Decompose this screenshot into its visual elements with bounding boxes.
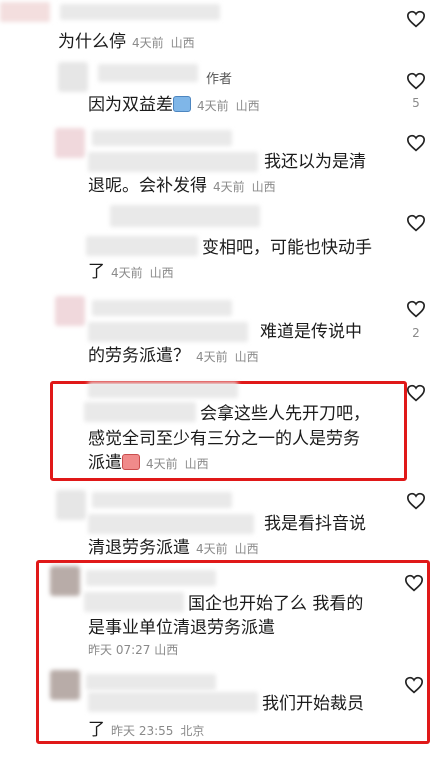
blurred-username <box>98 64 198 82</box>
comment-text: 我还以为是清 <box>264 148 366 176</box>
comment-time: 4天前 <box>111 266 143 280</box>
comment-body: 因为双益差 <box>88 95 173 115</box>
comment-line: 我们开始裁员 <box>262 694 364 714</box>
comment-location: 山西 <box>149 266 174 280</box>
like-button[interactable] <box>406 492 426 510</box>
comment-line: 清退劳务派遣 <box>88 538 190 558</box>
comment-line: 是事业单位清退劳务派遣 <box>88 618 275 638</box>
comment-text: 我是看抖音说 <box>264 510 366 538</box>
laughing-emoji-icon <box>173 96 191 112</box>
comment-line: 了 <box>88 720 105 740</box>
comment-text: 我们开始裁员 <box>262 690 364 718</box>
avatar[interactable] <box>55 296 85 326</box>
comment-line: 了 <box>88 262 105 282</box>
comment-location: 山西 <box>184 457 209 471</box>
blurred-username <box>86 674 216 690</box>
comment-location: 山西 <box>234 350 259 364</box>
comment-time: 4天前 <box>146 457 178 471</box>
comment-location: 山西 <box>251 180 276 194</box>
blurred-username <box>84 592 184 612</box>
like-button[interactable] <box>406 300 426 318</box>
comment-line: 派遣 <box>88 453 122 473</box>
avatar[interactable] <box>56 490 86 520</box>
blurred-username <box>88 692 258 712</box>
like-button[interactable] <box>404 676 424 694</box>
comment-line: 我还以为是清 <box>264 152 366 172</box>
comment-text: 为什么停 4天前 山西 <box>58 28 195 57</box>
like-button[interactable] <box>406 214 426 232</box>
comment-location: 山西 <box>234 542 259 556</box>
comment-line: 难道是传说中 <box>260 322 362 342</box>
comment-text: 变相吧，可能也快动手 <box>202 234 372 262</box>
avatar[interactable] <box>50 670 80 700</box>
comment-location: 北京 <box>180 724 205 738</box>
comment-text: 派遣 4天前 山西 <box>88 449 209 478</box>
comment-line: 退呢。会补发得 <box>88 176 207 196</box>
avatar[interactable] <box>58 62 88 92</box>
comment-location: 山西 <box>154 643 179 657</box>
comment-time: 4天前 <box>196 350 228 364</box>
comment-text: 的劳务派遣？ 4天前 山西 <box>88 342 259 371</box>
blurred-username <box>92 130 232 146</box>
comment-text: 退呢。会补发得 4天前 山西 <box>88 172 276 201</box>
comment-line: 会拿这些人先开刀吧， <box>200 404 370 424</box>
comment-text: 清退劳务派遣 4天前 山西 <box>88 534 259 563</box>
comment-line: 感觉全司至少有三分之一的人是劳务 <box>88 429 360 449</box>
comment-line: 变相吧，可能也快动手 <box>202 238 372 258</box>
blurred-username <box>110 205 260 227</box>
comment-time: 4天前 <box>132 36 164 50</box>
comment-line: 我是看抖音说 <box>264 514 366 534</box>
like-button[interactable] <box>404 574 424 592</box>
comment-time: 昨天 23:55 <box>111 724 174 738</box>
like-button[interactable] <box>406 10 426 28</box>
avatar[interactable] <box>50 566 80 596</box>
comment-body: 为什么停 <box>58 32 126 52</box>
comment-text: 了昨天 23:55 北京 <box>88 716 204 745</box>
blurred-username <box>92 492 232 508</box>
comment-location: 山西 <box>170 36 195 50</box>
blurred-username <box>60 4 220 20</box>
blurred-username <box>92 300 232 316</box>
blurred-username <box>88 514 254 534</box>
like-button[interactable] <box>406 384 426 402</box>
comment-text: 是事业单位清退劳务派遣 <box>88 614 275 642</box>
comment-time: 4天前 <box>197 99 229 113</box>
comment-text: 因为双益差 4天前 山西 <box>88 91 260 120</box>
comment-location: 山西 <box>235 99 260 113</box>
comment-text: 会拿这些人先开刀吧， <box>200 400 370 428</box>
comment-line: 国企也开始了么 我看的 <box>188 594 364 614</box>
crying-emoji-icon <box>122 454 140 470</box>
like-button[interactable] <box>406 134 426 152</box>
blurred-username <box>88 322 248 342</box>
comment-text: 难道是传说中 <box>260 318 362 346</box>
blurred-username <box>88 152 258 172</box>
comment-time: 4天前 <box>196 542 228 556</box>
like-button[interactable] <box>406 72 426 90</box>
comment-time: 昨天 07:27 <box>88 643 151 657</box>
blurred-username <box>86 570 216 586</box>
comment-time: 4天前 <box>213 180 245 194</box>
avatar[interactable] <box>55 128 85 158</box>
comment-text: 了 4天前 山西 <box>88 258 174 287</box>
like-count: 2 <box>412 326 420 340</box>
blurred-username <box>86 236 198 256</box>
blurred-username <box>0 2 50 22</box>
like-count: 5 <box>412 96 420 110</box>
author-tag: 作者 <box>206 72 233 87</box>
blurred-username <box>88 382 238 398</box>
comment-line: 的劳务派遣？ <box>88 346 190 366</box>
blurred-username <box>84 402 196 422</box>
comment-meta: 昨天 07:27 山西 <box>88 641 178 658</box>
